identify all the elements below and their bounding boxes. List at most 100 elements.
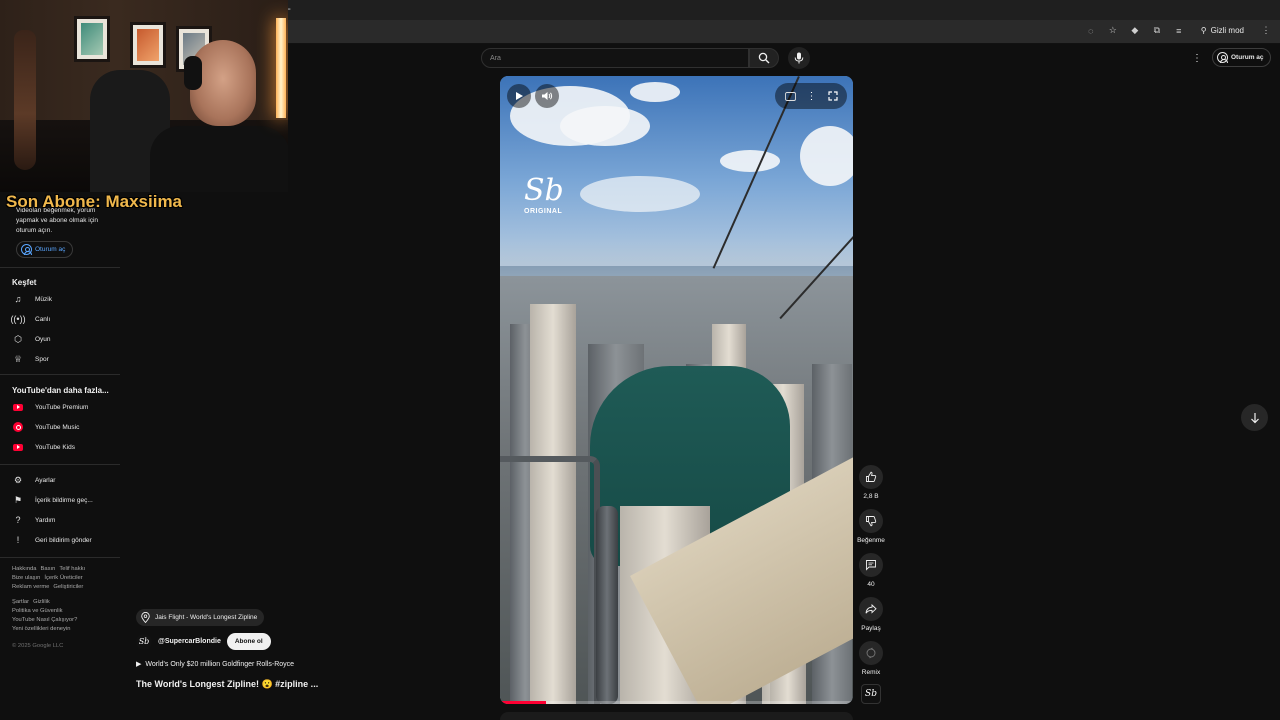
sidebar-item-label: YouTube Premium: [35, 403, 89, 411]
sidebar-item-help[interactable]: ? Yardım: [12, 512, 120, 528]
next-video-preview[interactable]: [500, 712, 853, 720]
music-note-icon: ♫: [14, 294, 22, 304]
play-icon: [516, 92, 523, 100]
footer-link[interactable]: Basın: [41, 566, 56, 572]
remix-icon: [866, 647, 876, 659]
footer-link[interactable]: YouTube Nasıl Çalışıyor?: [12, 616, 118, 625]
footer-link[interactable]: Politika ve Güvenlik: [12, 607, 118, 616]
media-control-icon[interactable]: ≡: [1173, 25, 1185, 37]
comments-button[interactable]: [859, 553, 883, 577]
header-signin-button[interactable]: Oturum aç: [1212, 48, 1271, 67]
share-action: Paylaş: [858, 597, 884, 632]
lamp: [276, 18, 286, 118]
gaming-icon: ⬡: [14, 333, 22, 344]
search-button[interactable]: [749, 48, 779, 68]
incognito-label: Gizli mod: [1210, 26, 1244, 35]
related-video-title: World's Only $20 million Goldfinger Roll…: [145, 660, 295, 668]
last-subscriber-overlay: Son Abone: Maxsiima: [6, 192, 183, 211]
footer-links-2: Bize ulaşın İçerik Üreticiler: [12, 574, 118, 583]
railing: [500, 456, 600, 704]
video-progress-bar[interactable]: [500, 701, 853, 704]
footer-link[interactable]: Telif hakkı: [59, 566, 85, 572]
youtube-kids-icon: [12, 441, 24, 453]
volume-button[interactable]: [535, 84, 559, 108]
dislike-label: Beğenme: [857, 537, 885, 544]
channel-avatar[interactable]: Sb: [136, 633, 152, 650]
footer-link[interactable]: Geliştiriciler: [53, 584, 83, 590]
browser-menu-icon[interactable]: ⋮: [1260, 25, 1272, 37]
search-input[interactable]: Ara: [481, 48, 749, 68]
remix-button[interactable]: [859, 641, 883, 665]
sidebar-signin-button[interactable]: Oturum aç: [16, 241, 74, 258]
screen: + ◌ ☆ ◆ ⧉ ≡ ⚲ Gizli mod ⋮ Videoları beğe…: [0, 0, 1280, 720]
account-icon: [1217, 52, 1228, 63]
sidebar-item-youtube-kids[interactable]: YouTube Kids: [12, 439, 120, 455]
arrow-down-icon: [1250, 412, 1259, 423]
subscribe-button[interactable]: Abone ol: [226, 633, 271, 650]
footer-link[interactable]: Gizlilik: [33, 599, 50, 605]
settings-menu-icon[interactable]: ⋮: [1192, 51, 1202, 65]
search-icon: [758, 52, 770, 64]
more-options-icon[interactable]: ⋮: [807, 91, 817, 102]
eye-off-icon[interactable]: ◌: [1085, 25, 1097, 37]
sidebar-item-report-history[interactable]: ⚑ İçerik bildirme geç...: [12, 492, 120, 508]
sidebar-item-feedback[interactable]: ! Geri bildirim gönder: [12, 532, 120, 548]
sidebar-item-label: Spor: [35, 355, 49, 363]
like-action: 2,8 B: [858, 465, 884, 500]
feedback-icon: !: [16, 535, 20, 545]
play-button[interactable]: [507, 84, 531, 108]
comment-icon: [866, 560, 876, 571]
player-controls-right: ⋮: [775, 83, 847, 109]
divider: [0, 374, 120, 375]
captions-icon[interactable]: [784, 91, 796, 101]
video-title[interactable]: The World's Longest Zipline! 😮 #zipline …: [136, 679, 318, 690]
wall-picture: [74, 16, 110, 62]
sidebar-item-label: Ayarlar: [35, 476, 56, 484]
channel-thumbnail-button[interactable]: Sb: [861, 684, 881, 704]
like-button[interactable]: [859, 465, 883, 489]
play-arrow-icon: ▶: [136, 661, 142, 668]
sidebar-item-settings[interactable]: ⚙ Ayarlar: [12, 472, 120, 488]
sidebar-item-label: Yardım: [35, 516, 56, 524]
incognito-badge[interactable]: ⚲ Gizli mod: [1195, 24, 1250, 37]
shorts-video-player[interactable]: Sb ORIGINAL ⋮: [500, 76, 853, 704]
sidebar-item-youtube-music[interactable]: YouTube Music: [12, 419, 120, 435]
sidebar-item-gaming[interactable]: ⬡ Oyun: [12, 331, 120, 347]
extension-icon[interactable]: ◆: [1129, 25, 1141, 37]
sidebar-item-youtube-premium[interactable]: YouTube Premium: [12, 399, 120, 415]
flag-icon: ⚑: [13, 494, 23, 505]
related-video-link[interactable]: ▶ World's Only $20 million Goldfinger Ro…: [136, 660, 295, 669]
dislike-button[interactable]: [859, 509, 883, 533]
microphone-icon: [794, 52, 804, 64]
footer-link[interactable]: Şartlar: [12, 599, 29, 605]
channel-name[interactable]: @SupercarBlondie: [158, 638, 221, 645]
incognito-icon: ⚲: [1200, 26, 1207, 35]
location-label: Jais Flight - World's Longest Zipline: [155, 614, 258, 621]
star-icon[interactable]: ☆: [1107, 25, 1119, 37]
copyright: © 2025 Google LLC: [12, 643, 64, 649]
sidebar-item-live[interactable]: ((•)) Canlı: [10, 311, 120, 327]
share-label: Paylaş: [861, 625, 881, 632]
sidebar-item-music[interactable]: ♫ Müzik: [12, 291, 120, 307]
fullscreen-icon[interactable]: [827, 91, 838, 101]
youtube-music-icon: [12, 421, 24, 433]
explore-heading: Keşfet: [12, 278, 37, 287]
footer-link[interactable]: Yeni özellikleri deneyin: [12, 625, 118, 634]
next-video-button[interactable]: [1241, 404, 1268, 431]
footer-link[interactable]: Hakkında: [12, 566, 37, 572]
footer-link[interactable]: Bize ulaşın: [12, 575, 40, 581]
location-chip[interactable]: Jais Flight - World's Longest Zipline: [136, 609, 265, 626]
sidebar-item-label: Oyun: [35, 335, 51, 343]
sidebar-signin-label: Oturum aç: [35, 246, 66, 253]
thumbs-down-icon: [866, 516, 877, 527]
footer-link[interactable]: Reklam verme: [12, 584, 49, 590]
live-icon: ((•)): [10, 314, 26, 324]
share-button[interactable]: [859, 597, 883, 621]
voice-search-button[interactable]: [788, 47, 810, 69]
sidebar-item-sports[interactable]: ♕ Spor: [12, 351, 120, 367]
location-pin-icon: [141, 612, 150, 623]
footer-link[interactable]: İçerik Üreticiler: [44, 575, 82, 581]
puzzle-icon[interactable]: ⧉: [1151, 25, 1163, 37]
sidebar-item-label: İçerik bildirme geç...: [35, 496, 93, 504]
thumbs-up-icon: [866, 471, 877, 482]
